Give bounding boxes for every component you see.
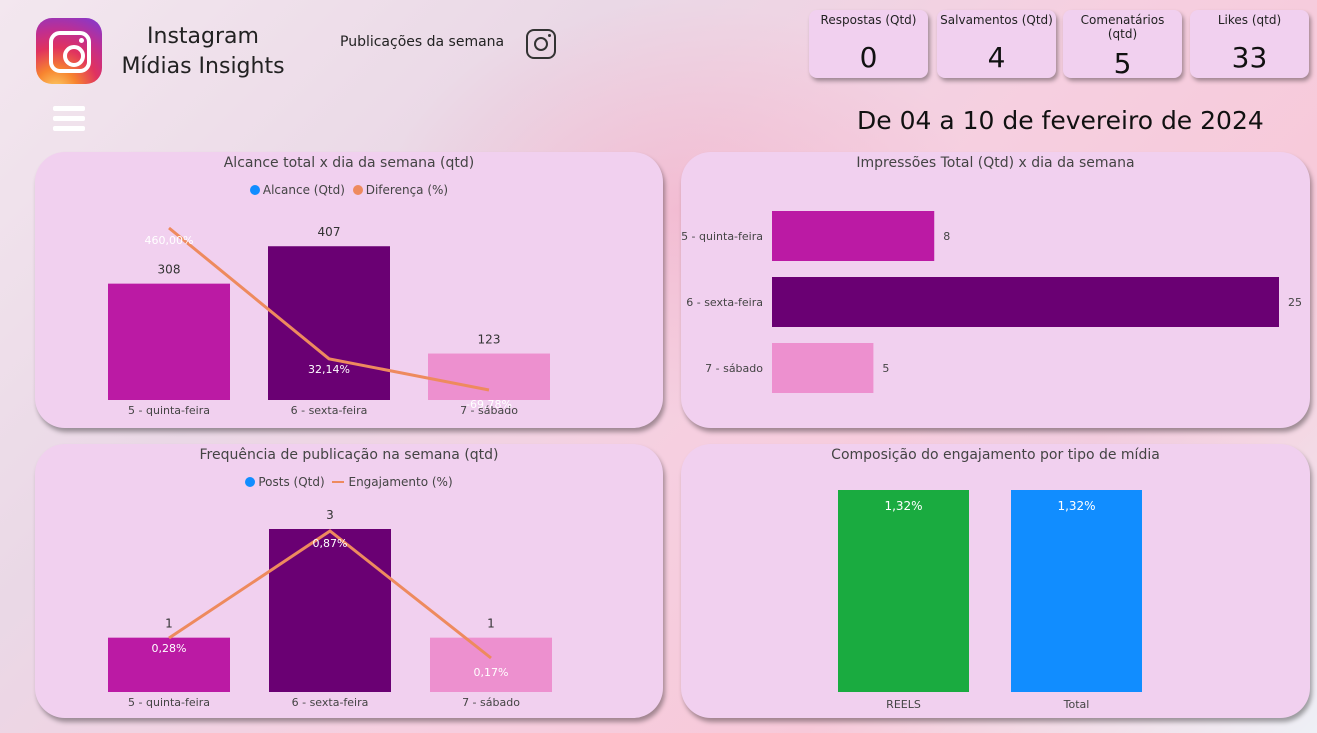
publications-label: Publicações da semana [340,34,505,50]
bar-value-label: 123 [478,333,501,347]
kpi-card-likes: Likes (qtd) 33 [1190,10,1309,78]
brand-line-2: Mídias Insights [121,54,285,79]
bar-value-label: 3 [326,508,334,522]
bar-value-label: 407 [318,225,341,239]
chart-impressoes-plot: 5 - quinta-feira 8 6 - sexta-feira 25 7 - sá… [681,211,1302,393]
bar-value-label: 8 [943,230,950,243]
line-value-label: 0,17% [474,666,509,679]
bar-value-label: 1,32% [884,499,922,513]
line-value-label: 0,87% [313,537,348,550]
chart-alcance-plot: 308 5 - quinta-feira 407 6 - sexta-feira 123… [108,225,550,417]
category-axis-label: REELS [886,698,921,711]
category-axis-label: 5 - quinta-feira [681,230,763,243]
chart-composicao-panel[interactable]: Composição do engajamento por tipo de mí… [681,444,1310,718]
brand-line-1: Instagram [147,24,259,49]
category-axis-label: 5 - quinta-feira [128,696,210,709]
category-axis-label: 7 - sábado [705,362,763,375]
kpi-value: 33 [1231,41,1268,74]
chart-bar [269,529,391,692]
bar-value-label: 5 [882,362,889,375]
chart-bar [838,490,969,692]
line-value-label: -69,78% [466,398,512,411]
date-range-title: De 04 a 10 de fevereiro de 2024 [857,106,1264,135]
chart-bar [1011,490,1142,692]
kpi-label: Comenatários (qtd) [1080,13,1165,41]
category-axis-label: 6 - sexta-feira [292,696,369,709]
chart-bar [772,277,1279,327]
chart-bar [772,343,874,393]
category-axis-label: Total [1063,698,1090,711]
kpi-value: 5 [1113,47,1132,80]
kpi-card-respostas: Respostas (Qtd) 0 [809,10,928,78]
chart-impressoes-panel[interactable]: Impressões Total (Qtd) x dia da semana 5… [681,152,1310,428]
hamburger-menu-icon[interactable] [53,106,85,132]
line-value-label: 32,14% [308,363,350,376]
line-value-label: 0,28% [152,642,187,655]
kpi-label: Respostas (Qtd) [820,13,917,27]
bar-value-label: 1 [487,617,495,631]
category-axis-label: 6 - sexta-feira [686,296,763,309]
kpi-card-salvamentos: Salvamentos (Qtd) 4 [937,10,1056,78]
chart-alcance-panel[interactable]: Alcance total x dia da semana (qtd) Alca… [35,152,663,428]
kpi-value: 0 [859,41,878,74]
chart-bar [430,637,552,692]
category-axis-label: 5 - quinta-feira [128,404,210,417]
instagram-logo-icon [36,18,102,84]
bar-value-label: 25 [1288,296,1302,309]
chart-bar [772,211,935,261]
bar-value-label: 1 [165,617,173,631]
kpi-label: Likes (qtd) [1217,13,1282,27]
chart-bar [108,283,230,400]
instagram-icon[interactable] [526,29,556,59]
chart-composicao-plot: 1,32% REELS 1,32% Total [838,490,1142,711]
category-axis-label: 6 - sexta-feira [291,404,368,417]
kpi-card-comentarios: Comenatários (qtd) 5 [1063,10,1182,80]
bar-value-label: 1,32% [1057,499,1095,513]
brand-title: Instagram Mídias Insights [112,22,294,82]
line-value-label: 460,00% [145,234,194,247]
chart-bar [428,353,550,400]
kpi-label: Salvamentos (Qtd) [940,13,1053,27]
category-axis-label: 7 - sábado [462,696,520,709]
kpi-value: 4 [987,41,1006,74]
bar-value-label: 308 [158,263,181,277]
chart-frequencia-plot: 1 5 - quinta-feira 3 6 - sexta-feira 1 7 - sá… [108,508,552,709]
chart-frequencia-panel[interactable]: Frequência de publicação na semana (qtd)… [35,444,663,718]
